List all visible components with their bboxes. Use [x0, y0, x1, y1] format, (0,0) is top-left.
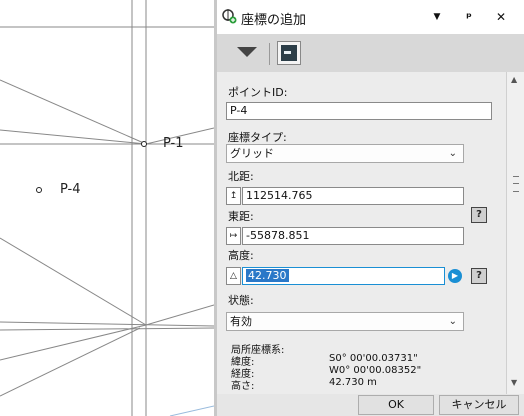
height-label: 高さ: — [231, 381, 255, 392]
drawing-canvas[interactable]: P-1 P-4 — [0, 0, 214, 416]
coord-type-select[interactable]: グリッド ⌄ — [226, 144, 464, 163]
point-label-p4: P-4 — [60, 182, 81, 197]
status-chevron-down-icon: ⌄ — [448, 316, 457, 327]
palette-toolbar — [217, 34, 524, 72]
confirm-icon[interactable]: ▶ — [448, 269, 462, 283]
cancel-button[interactable]: キャンセル — [439, 395, 519, 415]
northing-pick-icon[interactable]: ↥ — [226, 187, 241, 205]
status-value: 有効 — [230, 315, 252, 328]
toolbar-divider — [269, 43, 270, 65]
easting-pick-icon[interactable]: ↦ — [226, 227, 241, 245]
elevation-input[interactable]: 42.730 — [242, 267, 445, 285]
palette-scrollbar[interactable]: ▲ ▼ — [506, 72, 524, 394]
status-label: 状態: — [228, 294, 254, 307]
easting-input[interactable]: -55878.851 — [242, 227, 464, 245]
canvas-linework — [0, 0, 214, 416]
collapse-triangle-icon[interactable] — [237, 47, 257, 57]
northing-label: 北距: — [228, 170, 254, 183]
add-point-icon — [222, 9, 237, 24]
window-icon[interactable] — [277, 41, 301, 65]
palette-menu-button[interactable]: ▼ — [429, 9, 445, 25]
add-coordinate-palette: 座標の追加 ▼ ᵖ ✕ ポイントID: P-4 座標タイプ: グリッド ⌄ 北距… — [217, 0, 524, 416]
point-id-input[interactable]: P-4 — [226, 102, 492, 120]
point-id-label: ポイントID: — [228, 86, 288, 99]
point-label-p1: P-1 — [163, 136, 184, 151]
status-select[interactable]: 有効 ⌄ — [226, 312, 464, 331]
palette-titlebar[interactable]: 座標の追加 ▼ ᵖ ✕ — [217, 0, 524, 34]
ok-button[interactable]: OK — [358, 395, 434, 415]
palette-title: 座標の追加 — [241, 13, 307, 28]
point-marker-p4[interactable] — [36, 187, 42, 193]
elevation-pick-icon[interactable]: △ — [226, 267, 241, 285]
close-icon[interactable]: ✕ — [493, 9, 509, 25]
scroll-down-icon[interactable]: ▼ — [511, 378, 517, 387]
elevation-label: 高度: — [228, 249, 254, 262]
longitude-value: W0° 00'00.08352" — [329, 365, 422, 376]
elevation-help-icon[interactable]: ? — [471, 268, 487, 284]
latitude-value: S0° 00'00.03731" — [329, 353, 418, 364]
help-icon[interactable]: ? — [471, 207, 487, 223]
coord-type-value: グリッド — [230, 147, 274, 160]
easting-label: 東距: — [228, 210, 254, 223]
scroll-thumb[interactable] — [513, 176, 519, 192]
height-value: 42.730 m — [329, 377, 377, 388]
elevation-selected-text: 42.730 — [246, 269, 289, 282]
pin-icon[interactable]: ᵖ — [461, 9, 477, 25]
coord-type-label: 座標タイプ: — [228, 131, 287, 144]
point-marker-p1[interactable] — [141, 141, 147, 147]
palette-content: ポイントID: P-4 座標タイプ: グリッド ⌄ 北距: ↥ 112514.7… — [217, 72, 506, 416]
northing-input[interactable]: 112514.765 — [242, 187, 464, 205]
chevron-down-icon: ⌄ — [448, 148, 457, 159]
scroll-up-icon[interactable]: ▲ — [511, 75, 517, 84]
palette-button-bar: OK キャンセル — [217, 394, 524, 416]
